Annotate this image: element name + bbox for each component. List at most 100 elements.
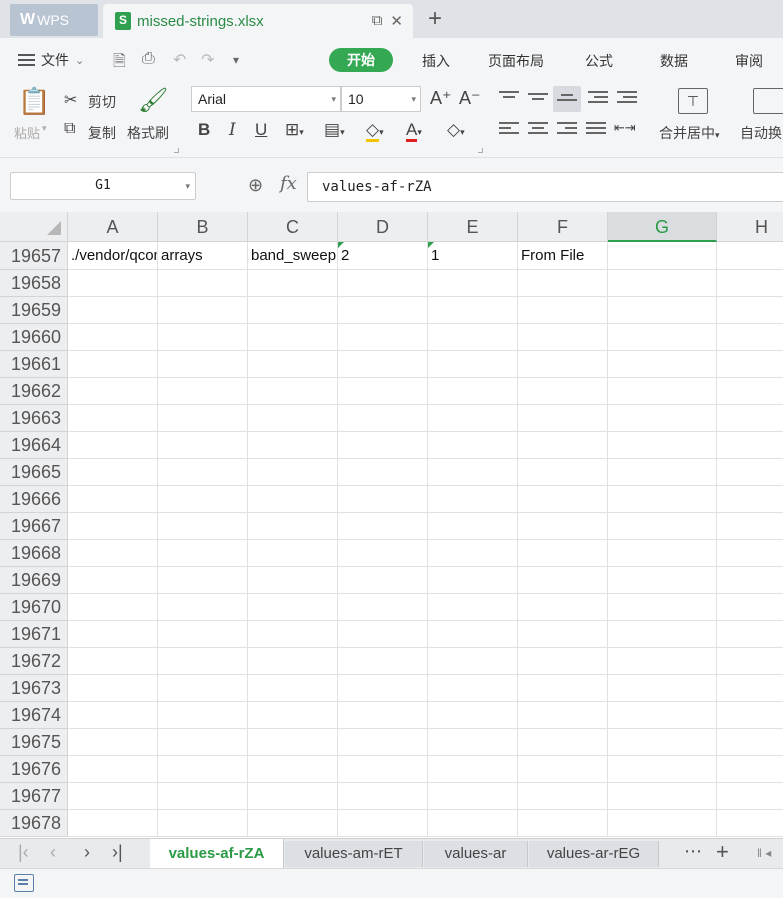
increase-font-size-icon[interactable]: A⁺	[430, 88, 452, 109]
cell-b19675[interactable]	[158, 729, 248, 756]
italic-icon[interactable]: I	[229, 120, 236, 140]
cell-d19673[interactable]	[338, 675, 428, 702]
wrap-text-icon[interactable]	[753, 88, 783, 114]
cell-f19672[interactable]	[518, 648, 608, 675]
cell-b19677[interactable]	[158, 783, 248, 810]
font-color-icon[interactable]: A▾	[406, 120, 422, 142]
cell-b19664[interactable]	[158, 432, 248, 459]
spreadsheet-grid[interactable]: ABCDEFGH 19657 ./vendor/qcom arrays band_sw…	[0, 212, 783, 838]
cell-h19666[interactable]	[717, 486, 783, 513]
row-header[interactable]: 19677	[0, 783, 68, 810]
cell-b19659[interactable]	[158, 297, 248, 324]
cell-h19661[interactable]	[717, 351, 783, 378]
cell-f19670[interactable]	[518, 594, 608, 621]
cell-h19672[interactable]	[717, 648, 783, 675]
cell-e19665[interactable]	[428, 459, 518, 486]
cell-d19669[interactable]	[338, 567, 428, 594]
wps-home-tab[interactable]: W WPS	[10, 4, 98, 36]
sheet-tab-values-ar[interactable]: values-ar	[424, 841, 528, 867]
cell-a19663[interactable]	[68, 405, 158, 432]
cell-e19667[interactable]	[428, 513, 518, 540]
cell-a19669[interactable]	[68, 567, 158, 594]
font-name-select[interactable]: Arial ▾	[191, 86, 341, 112]
cell-h19659[interactable]	[717, 297, 783, 324]
cell-e19658[interactable]	[428, 270, 518, 297]
tab-insert[interactable]: 插入	[422, 51, 450, 71]
cell-h19671[interactable]	[717, 621, 783, 648]
cell-c19670[interactable]	[248, 594, 338, 621]
cell-d19663[interactable]	[338, 405, 428, 432]
cell-f19671[interactable]	[518, 621, 608, 648]
column-header-a[interactable]: A	[68, 212, 158, 242]
tab-formulas[interactable]: 公式	[585, 51, 613, 71]
row-header[interactable]: 19658	[0, 270, 68, 297]
next-sheet-icon[interactable]: ›	[84, 842, 90, 863]
fill-color-icon[interactable]: ◇▾	[366, 120, 384, 142]
column-header-c[interactable]: C	[248, 212, 338, 242]
cell-h19674[interactable]	[717, 702, 783, 729]
cell-d19678[interactable]	[338, 810, 428, 837]
cell-a19662[interactable]	[68, 378, 158, 405]
cell-a19661[interactable]	[68, 351, 158, 378]
document-tab[interactable]: missed-strings.xlsx ⧉ ✕	[103, 4, 413, 38]
cell-c19663[interactable]	[248, 405, 338, 432]
row-header[interactable]: 19667	[0, 513, 68, 540]
tab-review[interactable]: 审阅	[735, 51, 763, 71]
cell-h19657[interactable]	[717, 242, 783, 270]
zoom-icon[interactable]: ⊕	[248, 175, 263, 196]
cell-a19675[interactable]	[68, 729, 158, 756]
cell-h19678[interactable]	[717, 810, 783, 837]
clear-format-icon[interactable]: ◇▾	[447, 120, 465, 140]
cell-c19664[interactable]	[248, 432, 338, 459]
cell-h19669[interactable]	[717, 567, 783, 594]
cell-e19663[interactable]	[428, 405, 518, 432]
align-bottom-icon[interactable]	[557, 94, 577, 110]
cell-g19658[interactable]	[608, 270, 717, 297]
cell-c19674[interactable]	[248, 702, 338, 729]
cell-a19657[interactable]: ./vendor/qcom	[68, 242, 158, 270]
row-header[interactable]: 19666	[0, 486, 68, 513]
cell-f19661[interactable]	[518, 351, 608, 378]
cell-b19674[interactable]	[158, 702, 248, 729]
cell-f19658[interactable]	[518, 270, 608, 297]
cell-d19657[interactable]: 2	[338, 242, 428, 270]
cell-d19659[interactable]	[338, 297, 428, 324]
row-header[interactable]: 19672	[0, 648, 68, 675]
column-header-b[interactable]: B	[158, 212, 248, 242]
cell-c19666[interactable]	[248, 486, 338, 513]
cell-g19659[interactable]	[608, 297, 717, 324]
row-header[interactable]: 19661	[0, 351, 68, 378]
sheet-tab-values-ar-rEG[interactable]: values-ar-rEG	[529, 841, 659, 867]
row-header[interactable]: 19669	[0, 567, 68, 594]
cell-b19660[interactable]	[158, 324, 248, 351]
cell-f19667[interactable]	[518, 513, 608, 540]
row-header[interactable]: 19665	[0, 459, 68, 486]
float-window-icon[interactable]: ⧉	[372, 12, 383, 30]
cell-a19660[interactable]	[68, 324, 158, 351]
select-all-corner[interactable]	[0, 212, 68, 242]
print-icon[interactable]: ⎙	[142, 50, 155, 68]
row-header[interactable]: 19657	[0, 242, 68, 270]
cell-h19658[interactable]	[717, 270, 783, 297]
cell-e19674[interactable]	[428, 702, 518, 729]
row-header[interactable]: 19663	[0, 405, 68, 432]
fx-icon[interactable]: fx	[280, 173, 297, 194]
customize-toolbar-icon[interactable]: ▾	[233, 53, 239, 67]
tab-page-layout[interactable]: 页面布局	[488, 51, 544, 71]
paste-button[interactable]: 粘贴	[14, 123, 40, 142]
cell-c19667[interactable]	[248, 513, 338, 540]
cell-h19673[interactable]	[717, 675, 783, 702]
cell-g19661[interactable]	[608, 351, 717, 378]
align-top-icon[interactable]	[499, 91, 519, 107]
cell-d19662[interactable]	[338, 378, 428, 405]
sheet-scroll-handle[interactable]: ‖ ◂	[757, 846, 771, 860]
cell-f19665[interactable]	[518, 459, 608, 486]
paste-dropdown-icon[interactable]: ▾	[42, 123, 47, 134]
cell-b19665[interactable]	[158, 459, 248, 486]
cell-a19678[interactable]	[68, 810, 158, 837]
cell-b19661[interactable]	[158, 351, 248, 378]
cell-f19668[interactable]	[518, 540, 608, 567]
cell-b19678[interactable]	[158, 810, 248, 837]
cell-a19664[interactable]	[68, 432, 158, 459]
cell-f19662[interactable]	[518, 378, 608, 405]
